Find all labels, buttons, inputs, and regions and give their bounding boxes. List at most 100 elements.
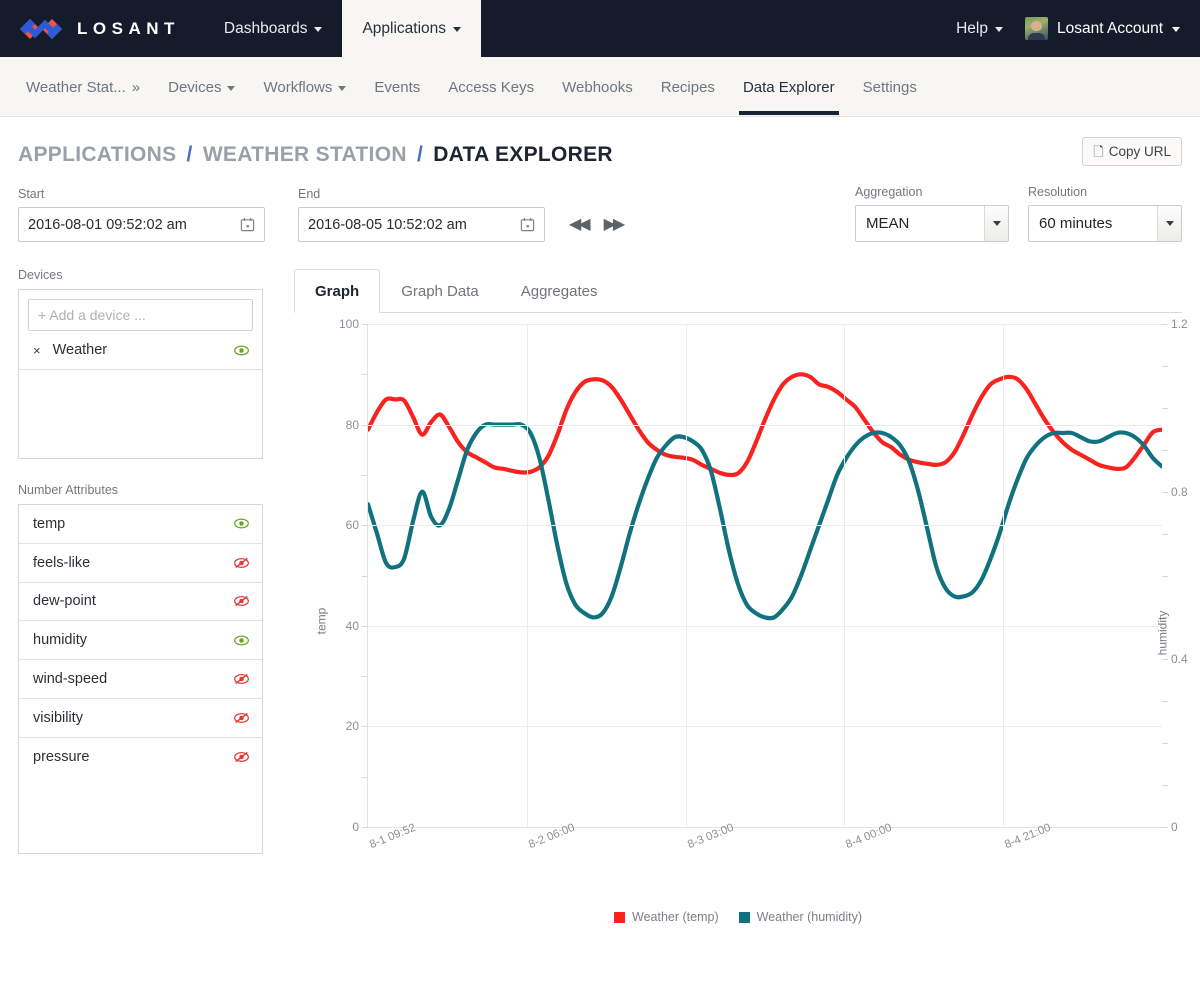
attribute-row-wind-speed[interactable]: wind-speed (19, 660, 262, 699)
nav-item-help[interactable]: Help (956, 20, 1003, 38)
breadcrumb-applications[interactable]: APPLICATIONS (18, 143, 176, 166)
y2-tick-mark-minor (1162, 491, 1168, 493)
brand[interactable]: LOSANT (0, 0, 180, 57)
end-label: End (298, 187, 321, 201)
subnav-item-recipes[interactable]: Recipes (647, 60, 729, 114)
chart-tabs: Graph Graph Data Aggregates (294, 268, 1182, 313)
y2-tick-mark-minor (1162, 365, 1168, 367)
chevron-down-icon (338, 85, 347, 91)
nav-item-dashboards-label: Dashboards (223, 19, 308, 37)
plot-area[interactable]: 0 20 40 60 80 100 0 0.4 0.8 1.2 8-1 09:52 8-2 06:00… (339, 317, 1188, 851)
application-subnav: Weather Stat... » Devices Workflows Even… (0, 57, 1200, 117)
gridline-vertical (526, 324, 528, 827)
breadcrumb-weather-station[interactable]: WEATHER STATION (203, 143, 407, 166)
copy-url-button[interactable]: 🗋 Copy URL (1082, 137, 1182, 166)
subnav-item-webhooks[interactable]: Webhooks (548, 60, 647, 114)
attribute-row-dew-point[interactable]: dew-point (19, 583, 262, 622)
y2-tick-mark-minor (1162, 701, 1168, 703)
eye-hidden-icon[interactable] (234, 751, 249, 763)
query-controls-row: Start 2016-08-01 09:52:02 am End 2016-08… (18, 185, 1182, 242)
gridline-horizontal (368, 424, 1162, 426)
legend-label-humidity: Weather (humidity) (756, 910, 862, 924)
chart-area: temp humidity 0 20 40 60 80 100 0 0.4 0.8 1.2 8-1 … (294, 313, 1188, 928)
calendar-icon[interactable] (520, 217, 535, 232)
subnav-item-weather-station[interactable]: Weather Stat... » (12, 60, 154, 114)
chevron-down-icon (227, 85, 236, 91)
subnav-item-devices[interactable]: Devices (154, 60, 249, 114)
eye-hidden-icon[interactable] (234, 595, 249, 607)
copy-url-label: Copy URL (1108, 144, 1171, 159)
legend-item-temp[interactable]: Weather (temp) (614, 910, 719, 924)
tab-graph[interactable]: Graph (294, 269, 381, 313)
subnav-item-access-keys[interactable]: Access Keys (434, 60, 548, 114)
attribute-name: temp (33, 515, 66, 532)
eye-visible-icon[interactable] (234, 345, 249, 356)
y2-tick-mark-minor (1162, 659, 1168, 661)
breadcrumb-separator: / (186, 143, 193, 166)
attribute-name: feels-like (33, 554, 91, 571)
subnav-item-events[interactable]: Events (360, 60, 434, 114)
device-list-item[interactable]: × Weather (19, 331, 262, 370)
chart-legend: Weather (temp) Weather (humidity) (294, 910, 1182, 924)
aggregation-value: MEAN (866, 215, 910, 232)
double-left-arrow-icon[interactable]: ◀◀ (569, 214, 591, 234)
resolution-value: 60 minutes (1039, 215, 1113, 232)
subnav-item-workflows[interactable]: Workflows (249, 60, 360, 114)
breadcrumb: APPLICATIONS / WEATHER STATION / DATA EX… (18, 143, 613, 167)
y-tick-mark-minor (362, 374, 368, 376)
subnav-item-devices-label: Devices (168, 78, 222, 96)
chart-panel: Graph Graph Data Aggregates temp humidit… (294, 268, 1188, 928)
primary-nav: Dashboards Applications (204, 0, 482, 57)
attribute-row-pressure[interactable]: pressure (19, 738, 262, 777)
nav-item-applications[interactable]: Applications (342, 0, 482, 57)
y-tick-label-right: 0.4 (1171, 652, 1188, 667)
subnav-item-settings[interactable]: Settings (849, 60, 931, 114)
start-date-input[interactable]: 2016-08-01 09:52:02 am (18, 207, 265, 242)
end-date-value: 2016-08-05 10:52:02 am (308, 216, 467, 233)
tab-graph-data[interactable]: Graph Data (380, 269, 500, 313)
series-line-weather-humidity- (368, 424, 1162, 618)
attribute-row-visibility[interactable]: visibility (19, 699, 262, 738)
chevron-down-icon (453, 27, 462, 32)
account-menu[interactable]: Losant Account (1025, 17, 1180, 40)
resolution-select[interactable]: 60 minutes (1028, 205, 1182, 242)
gridline-horizontal (368, 625, 1162, 627)
chevron-down-icon[interactable] (984, 206, 1008, 241)
eye-hidden-icon[interactable] (234, 712, 249, 724)
avatar (1025, 17, 1048, 40)
aggregation-label: Aggregation (855, 185, 923, 199)
eye-visible-icon[interactable] (234, 518, 249, 529)
copy-icon: 🗋 (1093, 144, 1104, 159)
tab-aggregates[interactable]: Aggregates (500, 269, 619, 313)
attributes-label: Number Attributes (18, 483, 119, 497)
end-date-input[interactable]: 2016-08-05 10:52:02 am (298, 207, 545, 242)
subnav-item-data-explorer[interactable]: Data Explorer (729, 60, 849, 115)
nav-item-help-label: Help (956, 19, 988, 37)
gridline-vertical (1003, 324, 1005, 827)
y2-tick-mark-minor (1162, 785, 1168, 787)
resolution-label: Resolution (1028, 185, 1088, 199)
legend-swatch-temp (614, 911, 626, 923)
chevron-down-icon[interactable] (1157, 206, 1181, 241)
nav-item-dashboards[interactable]: Dashboards (204, 0, 343, 57)
time-shift-controls: ◀◀ ▶▶ (569, 214, 626, 242)
legend-item-humidity[interactable]: Weather (humidity) (738, 910, 862, 924)
y2-tick-mark-minor (1162, 617, 1168, 619)
attribute-row-feels-like[interactable]: feels-like (19, 544, 262, 583)
eye-hidden-icon[interactable] (234, 557, 249, 569)
attribute-name: wind-speed (33, 671, 108, 688)
attribute-row-humidity[interactable]: humidity (19, 621, 262, 661)
attribute-row-temp[interactable]: temp (19, 505, 262, 544)
eye-visible-icon[interactable] (234, 635, 249, 646)
eye-hidden-icon[interactable] (234, 673, 249, 685)
calendar-icon[interactable] (240, 217, 255, 232)
y-tick-label-left: 60 (345, 518, 359, 533)
double-chevron-icon: » (131, 78, 141, 96)
double-right-arrow-icon[interactable]: ▶▶ (604, 214, 626, 234)
start-label: Start (18, 187, 45, 201)
gridline-horizontal (368, 726, 1162, 728)
aggregation-select[interactable]: MEAN (855, 205, 1009, 242)
add-device-input[interactable]: + Add a device ... (28, 299, 253, 331)
y-tick-label-left: 20 (345, 719, 359, 734)
remove-device-icon[interactable]: × (33, 343, 41, 358)
